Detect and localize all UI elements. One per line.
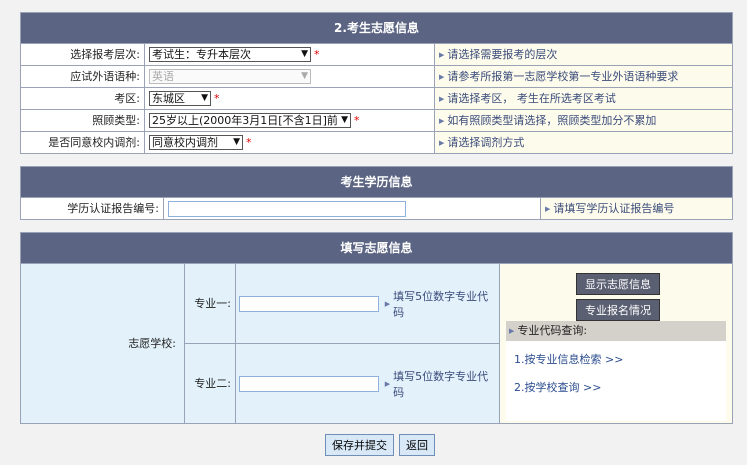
district-label: 考区: xyxy=(21,88,145,109)
language-value: 英语 xyxy=(152,70,174,83)
row-district: 考区: 东城区 ▼ * ▶ 请选择考区， 考生在所选考区考试 xyxy=(21,87,732,109)
required-mark: * xyxy=(354,114,360,127)
district-value: 东城区 xyxy=(152,92,185,105)
row-certificate: 学历认证报告编号: ▶ 请填写学历认证报告编号 xyxy=(21,197,732,219)
chevron-down-icon: ▼ xyxy=(301,49,308,59)
major1-label: 专业一: xyxy=(185,264,236,344)
triangle-icon: ▶ xyxy=(509,327,515,335)
required-mark: * xyxy=(314,48,320,61)
language-label: 应试外语语种: xyxy=(21,66,145,87)
major-registration-button[interactable]: 专业报名情况 xyxy=(576,299,660,321)
certificate-hint: 请填写学历认证报告编号 xyxy=(553,202,675,215)
care-type-label: 照顾类型: xyxy=(21,110,145,131)
triangle-icon: ▶ xyxy=(439,116,445,125)
row-adjustment: 是否同意校内调剂: 同意校内调剂 ▼ * ▶ 请选择调剂方式 xyxy=(21,131,732,153)
show-preference-button[interactable]: 显示志愿信息 xyxy=(576,273,660,295)
major2-hint: 填写5位数字专业代码 xyxy=(393,370,489,399)
search-by-major-link[interactable]: 1.按专业信息检索 >> xyxy=(514,351,623,367)
triangle-icon: ▶ xyxy=(439,72,445,81)
back-button[interactable]: 返回 xyxy=(399,434,435,456)
section-title: 考生学历信息 xyxy=(21,167,732,197)
query-area: 显示志愿信息 专业报名情况 ▶ 专业代码查询: 1.按专业信息检索 >> 2.按学… xyxy=(500,264,732,423)
major1-cell: ▶ 填写5位数字专业代码 xyxy=(236,264,500,344)
row-language: 应试外语语种: 英语 ▼ ▶ 请参考所报第一志愿学校第一专业外语语种要求 xyxy=(21,65,732,87)
major1-hint: 填写5位数字专业代码 xyxy=(393,289,489,319)
required-mark: * xyxy=(246,136,252,149)
row-care-type: 照顾类型: 25岁以上(2000年3月1日[不含1日]前出 ▼ * ▶ 如有照顾类型… xyxy=(21,109,732,131)
level-label: 选择报考层次: xyxy=(21,44,145,65)
search-by-school-link[interactable]: 2.按学校查询 >> xyxy=(514,379,601,395)
required-mark: * xyxy=(214,92,220,105)
row-level: 选择报考层次: 考试生：专升本层次 ▼ * ▶ 请选择需要报考的层次 xyxy=(21,43,732,65)
query-title-bar: ▶ 专业代码查询: xyxy=(506,321,726,341)
level-select[interactable]: 考试生：专升本层次 ▼ xyxy=(149,47,311,62)
district-select[interactable]: 东城区 ▼ xyxy=(149,91,211,106)
save-submit-button[interactable]: 保存并提交 xyxy=(325,434,394,456)
chevron-down-icon: ▼ xyxy=(301,71,308,81)
major2-input[interactable] xyxy=(239,376,379,392)
district-hint: 请选择考区， 考生在所选考区考试 xyxy=(447,92,616,105)
certificate-input[interactable] xyxy=(168,200,406,217)
triangle-icon: ▶ xyxy=(439,94,445,103)
preference-body: 志愿学校: 专业一: 专业二: ▶ 填写5位数字专业代码 ▶ 填写5位数字专业代码 … xyxy=(21,263,732,423)
query-links-box: 1.按专业信息检索 >> 2.按学校查询 >> xyxy=(506,341,726,421)
triangle-icon: ▶ xyxy=(384,380,391,388)
education-info-panel: 考生学历信息 学历认证报告编号: ▶ 请填写学历认证报告编号 xyxy=(20,166,733,220)
language-hint: 请参考所报第一志愿学校第一专业外语语种要求 xyxy=(447,70,679,83)
major1-input[interactable] xyxy=(239,295,379,312)
adjustment-label: 是否同意校内调剂: xyxy=(21,132,145,153)
chevron-down-icon: ▼ xyxy=(341,115,348,125)
chevron-down-icon: ▼ xyxy=(233,137,240,147)
triangle-icon: ▶ xyxy=(439,50,445,59)
major2-label: 专业二: xyxy=(185,344,236,423)
level-hint: 请选择需要报考的层次 xyxy=(447,48,558,61)
adjustment-hint: 请选择调剂方式 xyxy=(447,136,525,149)
level-value: 考试生：专升本层次 xyxy=(152,48,251,61)
chevron-down-icon: ▼ xyxy=(201,93,208,103)
action-bar: 保存并提交 返回 xyxy=(325,434,435,456)
adjustment-select[interactable]: 同意校内调剂 ▼ xyxy=(149,135,243,150)
preference-entry-panel: 填写志愿信息 志愿学校: 专业一: 专业二: ▶ 填写5位数字专业代码 ▶ 填写5位… xyxy=(20,232,733,424)
adjustment-value: 同意校内调剂 xyxy=(152,136,218,149)
care-type-hint: 如有照顾类型请选择，照顾类型加分不累加 xyxy=(447,114,657,127)
care-type-value: 25岁以上(2000年3月1日[不含1日]前出 xyxy=(152,114,338,127)
applicant-preference-panel: 2.考生志愿信息 选择报考层次: 考试生：专升本层次 ▼ * ▶ 请选择需要报考的层… xyxy=(20,12,733,154)
school-label: 志愿学校: xyxy=(21,264,185,423)
major2-cell: ▶ 填写5位数字专业代码 xyxy=(236,344,500,423)
certificate-label: 学历认证报告编号: xyxy=(21,198,164,219)
triangle-icon: ▶ xyxy=(439,138,445,147)
triangle-icon: ▶ xyxy=(545,204,551,213)
triangle-icon: ▶ xyxy=(384,299,391,308)
section-title: 2.考生志愿信息 xyxy=(21,13,732,43)
language-select: 英语 ▼ xyxy=(149,69,311,84)
query-title: 专业代码查询: xyxy=(517,324,588,337)
care-type-select[interactable]: 25岁以上(2000年3月1日[不含1日]前出 ▼ xyxy=(149,113,351,128)
section-title: 填写志愿信息 xyxy=(21,233,732,263)
